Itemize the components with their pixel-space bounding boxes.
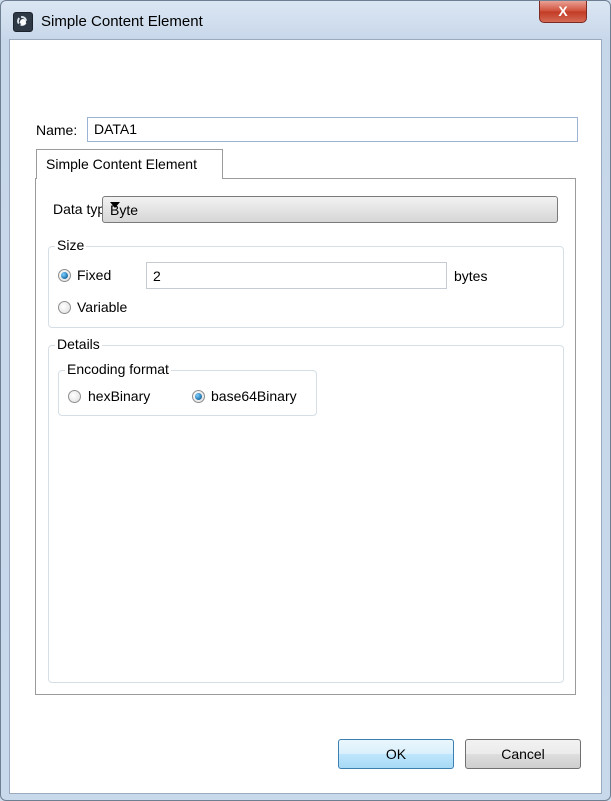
name-label: Name:: [36, 122, 78, 138]
close-button[interactable]: X: [539, 1, 587, 23]
app-gear-icon: [13, 12, 33, 32]
dropdown-arrow-icon: [110, 202, 120, 208]
encoding-format-title: Encoding format: [65, 361, 171, 377]
ok-button[interactable]: OK: [338, 739, 454, 769]
fixed-size-input[interactable]: 2: [146, 262, 447, 289]
base64binary-radio-label[interactable]: base64Binary: [211, 388, 297, 404]
bytes-label: bytes: [454, 268, 488, 284]
dialog-content: Name: DATA1 Simple Content Element Data …: [9, 39, 602, 794]
fixed-radio-label[interactable]: Fixed: [77, 267, 111, 283]
fixed-radio[interactable]: [58, 269, 71, 282]
tab-simple-content-element[interactable]: Simple Content Element: [36, 149, 223, 179]
details-group-title: Details: [55, 336, 102, 352]
size-group-title: Size: [55, 237, 87, 253]
hexbinary-radio-label[interactable]: hexBinary: [88, 388, 150, 404]
variable-radio[interactable]: [58, 301, 71, 314]
cancel-button[interactable]: Cancel: [465, 739, 581, 769]
tab-label: Simple Content Element: [46, 156, 197, 172]
title-bar[interactable]: Simple Content Element X: [1, 1, 610, 39]
variable-radio-label[interactable]: Variable: [77, 299, 127, 315]
base64binary-radio[interactable]: [192, 390, 205, 403]
window-title: Simple Content Element: [41, 13, 203, 30]
data-type-select[interactable]: Byte: [102, 196, 558, 223]
dialog-window: Simple Content Element X Name: DATA1 Sim…: [0, 0, 611, 801]
name-input[interactable]: DATA1: [87, 117, 578, 142]
hexbinary-radio[interactable]: [68, 390, 81, 403]
